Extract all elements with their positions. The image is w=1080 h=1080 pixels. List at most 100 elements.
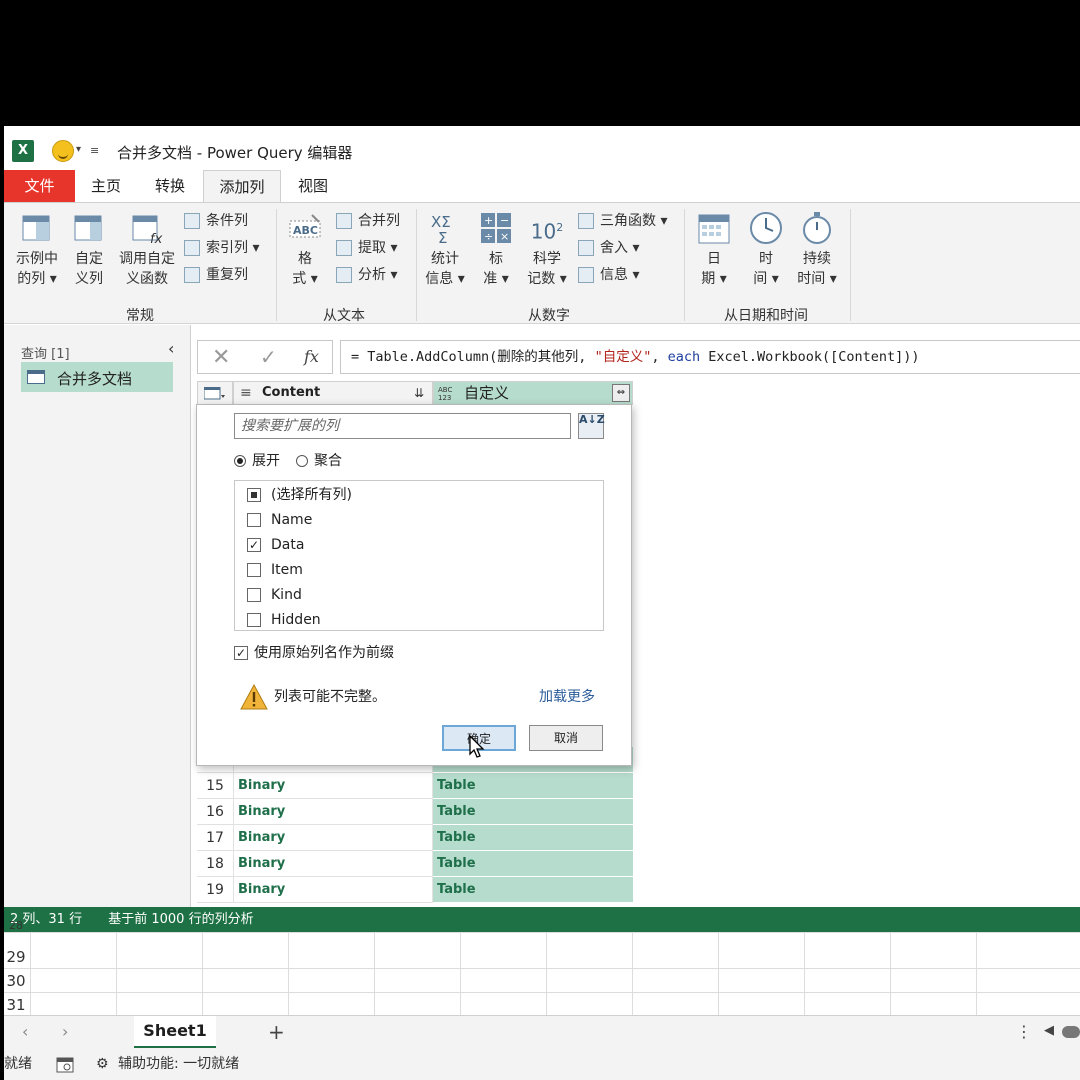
horizontal-scrollbar[interactable] bbox=[1062, 1026, 1080, 1038]
fx-icon[interactable]: fx bbox=[304, 347, 319, 366]
commit-formula-icon[interactable]: ✓ bbox=[260, 345, 277, 369]
scroll-left-icon[interactable]: ◀ bbox=[1044, 1023, 1054, 1038]
statistics-label-1: 统计 bbox=[431, 251, 459, 267]
checkbox[interactable]: ✓ bbox=[247, 538, 261, 552]
index-column-button[interactable]: 索引列 ▾ bbox=[184, 237, 259, 259]
cell-content[interactable]: Binary bbox=[233, 825, 433, 851]
checkbox[interactable] bbox=[247, 588, 261, 602]
tab-transform[interactable]: 转换 bbox=[137, 170, 203, 202]
conditional-column-button[interactable]: 条件列 bbox=[184, 210, 248, 232]
load-more-link[interactable]: 加载更多 bbox=[539, 686, 595, 706]
checkbox[interactable] bbox=[247, 513, 261, 527]
cell-content[interactable]: Binary bbox=[233, 851, 433, 877]
duration-label-1: 持续 bbox=[803, 251, 831, 267]
merge-columns-button[interactable]: 合并列 bbox=[336, 210, 400, 232]
cell-custom[interactable]: Table bbox=[433, 825, 633, 851]
trigonometry-label: 三角函数 ▾ bbox=[600, 213, 668, 229]
duplicate-column-button[interactable]: 重复列 bbox=[184, 264, 248, 286]
custom-column-icon bbox=[74, 215, 102, 241]
trigonometry-icon bbox=[578, 213, 594, 229]
cell-content[interactable]: Binary bbox=[233, 877, 433, 903]
custom-column-button[interactable]: 自定 义列 bbox=[68, 211, 110, 289]
checkbox-name[interactable]: Name bbox=[247, 509, 312, 531]
checkbox[interactable]: ✓ bbox=[234, 646, 248, 660]
cell-content[interactable]: Binary bbox=[233, 799, 433, 825]
more-options-icon[interactable]: ⋮ bbox=[1016, 1022, 1032, 1041]
rounding-button[interactable]: 舍入 ▾ bbox=[578, 237, 639, 259]
smiley-feedback-icon[interactable] bbox=[52, 140, 74, 162]
table-row[interactable]: 19 Binary Table bbox=[197, 877, 633, 903]
previous-sheet-icon[interactable]: ‹ bbox=[22, 1022, 28, 1041]
standard-button[interactable]: + − ÷ × 标 准 ▾ bbox=[476, 211, 516, 289]
trigonometry-button[interactable]: 三角函数 ▾ bbox=[578, 210, 667, 232]
customize-quick-access-icon[interactable]: ≡ bbox=[90, 144, 99, 157]
parse-button[interactable]: 分析 ▾ bbox=[336, 264, 397, 286]
conditional-column-label: 条件列 bbox=[206, 213, 248, 229]
invoke-custom-function-button[interactable]: fx 调用自定 义函数 bbox=[114, 211, 180, 289]
information-icon bbox=[578, 267, 594, 283]
information-button[interactable]: 信息 ▾ bbox=[578, 264, 639, 286]
query-item[interactable]: 合并多文档 bbox=[21, 362, 173, 392]
tab-file[interactable]: 文件 bbox=[4, 170, 75, 202]
checkbox[interactable] bbox=[247, 488, 261, 502]
statistics-button[interactable]: XΣ Σ 统计 信息 ▾ bbox=[422, 211, 468, 289]
any-type-icon[interactable]: ABC 123 bbox=[438, 386, 456, 402]
tab-add-column[interactable]: 添加列 bbox=[203, 170, 281, 202]
search-columns-input[interactable]: 搜索要扩展的列 bbox=[234, 413, 571, 439]
table-row[interactable]: 17 Binary Table bbox=[197, 825, 633, 851]
sort-columns-button[interactable]: A↓Z bbox=[578, 413, 605, 439]
column-header-custom[interactable]: ABC 123 自定义 ⇔ bbox=[433, 381, 633, 405]
table-menu-button[interactable] bbox=[197, 381, 233, 405]
information-label: 信息 ▾ bbox=[600, 267, 640, 283]
tab-home[interactable]: 主页 bbox=[75, 170, 137, 202]
scientific-button[interactable]: 102 科学 记数 ▾ bbox=[524, 211, 570, 289]
radio-aggregate[interactable]: 聚合 bbox=[296, 452, 342, 470]
checkbox-hidden[interactable]: Hidden bbox=[247, 609, 321, 631]
checkbox-data[interactable]: ✓ Data bbox=[247, 534, 304, 556]
next-sheet-icon[interactable]: › bbox=[62, 1022, 68, 1041]
checkbox-label: (选择所有列) bbox=[271, 487, 352, 503]
macro-record-icon[interactable] bbox=[56, 1057, 74, 1073]
cell-custom[interactable]: Table bbox=[433, 773, 633, 799]
date-button[interactable]: 日 期 ▾ bbox=[692, 211, 736, 289]
collapse-pane-icon[interactable]: ‹ bbox=[168, 339, 174, 358]
checkbox-kind[interactable]: Kind bbox=[247, 584, 302, 606]
gridline bbox=[546, 933, 547, 1015]
extract-button[interactable]: 提取 ▾ bbox=[336, 237, 397, 259]
cell-custom[interactable]: Table bbox=[433, 851, 633, 877]
scientific-icon-exponent: 2 bbox=[556, 221, 564, 234]
column-from-examples-button[interactable]: 示例中 的列 ▾ bbox=[10, 211, 64, 289]
sheet-tab[interactable]: Sheet1 bbox=[134, 1016, 216, 1048]
radio-expand[interactable]: 展开 bbox=[234, 452, 280, 470]
format-button[interactable]: ABC 格 式 ▾ bbox=[284, 211, 326, 289]
row-number: 28 bbox=[9, 919, 23, 932]
time-button[interactable]: 时 间 ▾ bbox=[744, 211, 788, 289]
cell-custom[interactable]: Table bbox=[433, 877, 633, 903]
cell-custom[interactable]: Table bbox=[433, 799, 633, 825]
duration-button[interactable]: 持续 时间 ▾ bbox=[794, 211, 840, 289]
cancel-button[interactable]: 取消 bbox=[529, 725, 603, 751]
formula-input[interactable]: = Table.AddColumn(删除的其他列, "自定义", each Ex… bbox=[340, 340, 1080, 374]
cancel-formula-icon[interactable]: ✕ bbox=[212, 345, 230, 370]
checkbox[interactable] bbox=[247, 563, 261, 577]
table-row[interactable]: 15 Binary Table bbox=[197, 773, 633, 799]
rounding-icon bbox=[578, 240, 594, 256]
expand-column-icon[interactable]: ⇊ bbox=[414, 382, 424, 404]
cell-content[interactable]: Binary bbox=[233, 773, 433, 799]
gridline bbox=[976, 933, 977, 1015]
accessibility-status[interactable]: 辅助功能: 一切就绪 bbox=[118, 1049, 239, 1080]
accessibility-icon[interactable]: ⚙ bbox=[96, 1049, 109, 1080]
index-column-label: 索引列 ▾ bbox=[206, 240, 260, 256]
checkbox[interactable] bbox=[247, 613, 261, 627]
table-row[interactable]: 18 Binary Table bbox=[197, 851, 633, 877]
checkbox-select-all[interactable]: (选择所有列) bbox=[247, 484, 352, 506]
use-prefix-checkbox[interactable]: ✓ 使用原始列名作为前缀 bbox=[234, 643, 394, 663]
expand-table-icon[interactable]: ⇔ bbox=[612, 384, 630, 402]
checkbox-item[interactable]: Item bbox=[247, 559, 303, 581]
chevron-down-icon[interactable]: ▾ bbox=[76, 144, 81, 155]
binary-type-icon[interactable]: ≡ bbox=[240, 382, 252, 404]
add-sheet-button[interactable]: + bbox=[268, 1020, 285, 1044]
tab-view[interactable]: 视图 bbox=[281, 170, 345, 202]
table-row[interactable]: 16 Binary Table bbox=[197, 799, 633, 825]
column-header-content[interactable]: ≡ Content ⇊ bbox=[233, 381, 433, 405]
